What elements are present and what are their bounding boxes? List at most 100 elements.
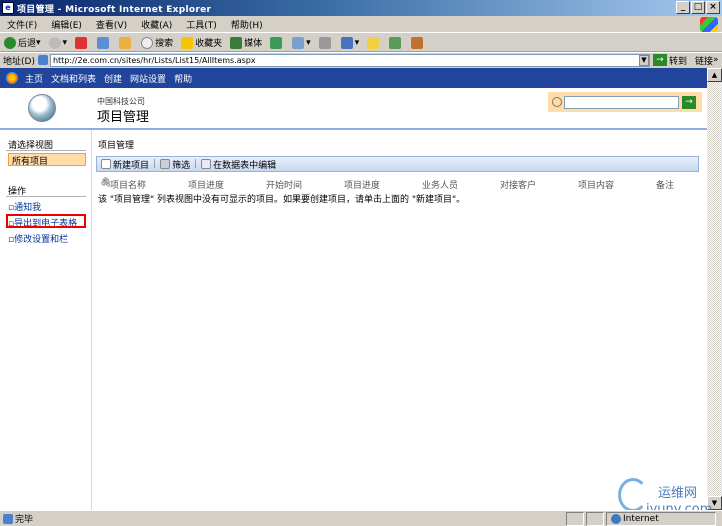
star-icon	[181, 36, 194, 49]
empty-list-message: 该 "项目管理" 列表视图中没有可显示的项目。如果要创建项目，请单击上面的 "新…	[98, 195, 466, 205]
col-project-progress[interactable]: 项目进度	[188, 178, 224, 191]
refresh-icon	[97, 36, 110, 49]
search-label: 搜索	[155, 39, 174, 49]
nav-help[interactable]: 帮助	[170, 72, 196, 85]
window-titlebar: e 项目管理 - Microsoft Internet Explorer _ □…	[0, 0, 722, 16]
menu-bar: 文件(F) 编辑(E) 查看(V) 收藏(A) 工具(T) 帮助(H)	[0, 16, 722, 33]
media-button[interactable]: 媒体	[226, 36, 266, 49]
minimize-button[interactable]: _	[676, 1, 690, 14]
views-divider	[6, 150, 86, 151]
browser-toolbar: 后退 ▾ ▾ 搜索 收藏夹 媒体 ▾ ▾	[0, 34, 722, 52]
new-item-label: 新建项目	[113, 160, 150, 171]
col-start-time[interactable]: 开始时间	[266, 178, 302, 191]
go-button[interactable]: → 转到	[652, 54, 687, 67]
discuss-button[interactable]	[363, 36, 385, 49]
filter-icon	[160, 159, 171, 169]
go-arrow-icon: →	[652, 54, 667, 66]
actions-divider	[6, 196, 86, 197]
back-label: 后退	[18, 39, 37, 49]
page-title: 项目管理	[97, 110, 150, 125]
col-project-progress-2[interactable]: 项目进度	[344, 178, 380, 191]
status-bar: 完毕 Internet	[0, 510, 722, 526]
nav-site-settings[interactable]: 网站设置	[126, 72, 170, 85]
forward-button[interactable]: ▾	[45, 36, 72, 49]
col-project-content[interactable]: 项目内容	[578, 178, 614, 191]
address-input[interactable]: http://2e.com.cn/sites/hr/Lists/List15/A…	[49, 53, 650, 67]
people-icon	[389, 36, 402, 49]
stop-button[interactable]	[71, 36, 93, 49]
links-button[interactable]: 链接	[695, 54, 713, 67]
back-button[interactable]: 后退 ▾	[0, 36, 45, 49]
folder-icon	[367, 36, 380, 49]
research-button[interactable]	[407, 36, 429, 49]
page-done-icon	[3, 513, 13, 524]
page-content: 主页 文档和列表 创建 网站设置 帮助 中国科技公司 项目管理 → 请选择视图 …	[0, 68, 707, 510]
col-notes[interactable]: 备注	[656, 178, 674, 191]
maximize-button[interactable]: □	[691, 1, 705, 14]
mail-icon	[292, 36, 305, 49]
back-arrow-icon	[4, 36, 16, 49]
media-label: 媒体	[244, 39, 263, 49]
edit-button[interactable]: ▾	[337, 36, 364, 49]
go-label: 转到	[668, 56, 687, 67]
edit-datasheet-label: 在数据表中编辑	[213, 160, 277, 171]
history-button[interactable]	[266, 36, 288, 49]
header-divider	[0, 128, 707, 130]
col-client[interactable]: 对接客户	[500, 178, 536, 191]
menu-favorites[interactable]: 收藏(A)	[134, 18, 179, 31]
list-column-headers: 🖇 项目名称 项目进度 开始时间 项目进度 业务人员 对接客户 项目内容 备注	[100, 178, 700, 191]
site-logo-icon	[28, 94, 56, 122]
search-input[interactable]	[564, 95, 679, 109]
watermark-swoosh-icon	[618, 478, 648, 512]
col-project-name[interactable]: 项目名称	[110, 178, 146, 191]
new-item-button[interactable]: 新建项目	[97, 158, 153, 171]
globe-icon	[611, 514, 621, 524]
new-item-icon	[101, 159, 111, 169]
favorites-label: 收藏夹	[195, 39, 223, 49]
site-header: 中国科技公司 项目管理 →	[0, 88, 707, 130]
mail-button[interactable]: ▾	[288, 36, 315, 49]
messenger-button[interactable]	[385, 36, 407, 49]
page-icon	[37, 55, 48, 65]
home-icon	[119, 36, 132, 49]
action-alert-me[interactable]: ▫通知我	[8, 200, 41, 213]
search-icon	[141, 36, 154, 49]
nav-home[interactable]: 主页	[21, 72, 47, 85]
filter-button[interactable]: 筛选	[156, 158, 194, 171]
action-alert-me-label: 通知我	[14, 203, 42, 213]
history-icon	[270, 36, 283, 49]
home-button[interactable]	[115, 36, 137, 49]
address-label: 地址(D)	[3, 56, 35, 67]
favorites-button[interactable]: 收藏夹	[177, 36, 226, 49]
refresh-button[interactable]	[93, 36, 115, 49]
search-button[interactable]: 搜索	[137, 36, 177, 49]
list-title: 项目管理	[98, 141, 135, 151]
search-go-button[interactable]: →	[682, 95, 696, 109]
sharepoint-top-nav: 主页 文档和列表 创建 网站设置 帮助	[0, 68, 707, 88]
close-button[interactable]: ×	[706, 1, 720, 14]
nav-documents-lists[interactable]: 文档和列表	[47, 72, 100, 85]
menu-file[interactable]: 文件(F)	[0, 18, 44, 31]
sharepoint-logo-icon	[6, 72, 18, 84]
left-nav: 请选择视图 所有项目 操作 ▫通知我 ▫导出到电子表格 ▫修改设置和栏	[0, 130, 92, 510]
nav-create[interactable]: 创建	[100, 72, 126, 85]
address-dropdown-button[interactable]: ▼	[638, 54, 649, 66]
menu-tools[interactable]: 工具(T)	[179, 18, 224, 31]
menu-edit[interactable]: 编辑(E)	[44, 18, 89, 31]
stop-icon	[75, 36, 88, 49]
col-business-staff[interactable]: 业务人员	[422, 178, 458, 191]
edit-datasheet-button[interactable]: 在数据表中编辑	[197, 158, 280, 171]
view-all-items[interactable]: 所有项目	[8, 153, 86, 167]
forward-arrow-icon	[48, 36, 61, 49]
window-title: 项目管理 - Microsoft Internet Explorer	[17, 4, 212, 15]
menu-help[interactable]: 帮助(H)	[224, 18, 270, 31]
chevron-right-icon[interactable]: »	[713, 55, 719, 65]
action-modify-settings[interactable]: ▫修改设置和栏	[8, 232, 68, 245]
vertical-scrollbar[interactable]: ▲ ▼	[707, 68, 722, 510]
scroll-up-button[interactable]: ▲	[707, 68, 722, 82]
research-icon	[411, 36, 424, 49]
menu-view[interactable]: 查看(V)	[89, 18, 134, 31]
address-bar: 地址(D) http://2e.com.cn/sites/hr/Lists/Li…	[0, 52, 722, 67]
print-button[interactable]	[315, 36, 337, 49]
list-toolbar: 新建项目 | 筛选 | 在数据表中编辑	[96, 156, 699, 172]
